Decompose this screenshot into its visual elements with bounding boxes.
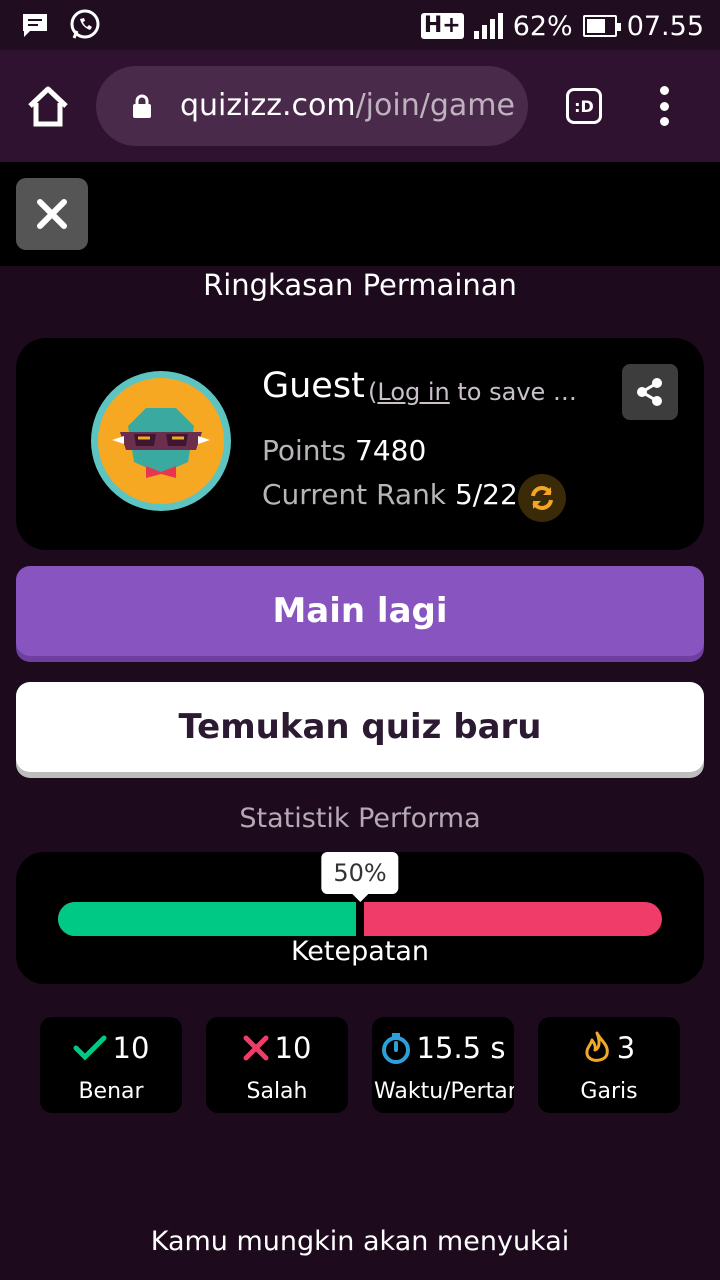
whatsapp-icon (70, 9, 100, 39)
streak-label: Garis (580, 1079, 638, 1104)
accuracy-label: Ketepatan (290, 936, 430, 967)
battery-icon (582, 15, 621, 37)
stat-tile-streak: 3 Garis (538, 1017, 680, 1113)
cross-icon (243, 1035, 269, 1061)
browser-toolbar: quizizz.com/join/game :D (0, 50, 720, 162)
stat-tile-incorrect: 10 Salah (206, 1017, 348, 1113)
player-card: Guest (Log in to save r... Points 7480 C… (16, 338, 704, 550)
incorrect-label: Salah (246, 1079, 308, 1104)
time-per-question: 15.5 s (416, 1031, 506, 1065)
home-icon (28, 86, 68, 127)
lock-icon (133, 94, 151, 118)
login-link[interactable]: Log in (377, 378, 449, 406)
share-icon (637, 378, 662, 406)
player-name: Guest (262, 366, 365, 406)
current-rank: Current Rank 5/22 (262, 478, 518, 511)
incorrect-count: 10 (274, 1031, 312, 1065)
clock: 07.55 (626, 10, 704, 42)
avatar (91, 371, 231, 511)
status-bar: H+ 62% 07.55 (0, 0, 720, 50)
stat-tile-time: 15.5 s Waktu/Pertanyaan (372, 1017, 514, 1113)
stats-title: Statistik Performa (239, 803, 481, 834)
tab-switcher-button[interactable]: :D (566, 88, 602, 124)
login-prompt: (Log in to save r... (368, 378, 578, 406)
home-button[interactable] (24, 84, 72, 128)
refresh-icon (531, 486, 553, 510)
stopwatch-icon (381, 1033, 410, 1064)
points: Points 7480 (262, 434, 427, 467)
url-text: quizizz.com/join/game (180, 88, 515, 123)
summary-title: Ringkasan Permainan (203, 268, 517, 302)
network-type: H+ (420, 13, 464, 39)
accuracy-card: 50% Ketepatan (16, 852, 704, 984)
find-new-quiz-button[interactable]: Temukan quiz baru (16, 682, 704, 772)
correct-label: Benar (78, 1079, 144, 1104)
browser-menu-button[interactable] (654, 86, 674, 126)
check-icon (73, 1035, 107, 1061)
accuracy-bar (58, 902, 662, 936)
close-icon (37, 199, 67, 229)
points-value: 7480 (355, 434, 427, 467)
play-again-button[interactable]: Main lagi (16, 566, 704, 656)
flame-icon (585, 1031, 609, 1062)
streak-count: 3 (616, 1031, 636, 1065)
game-header (0, 162, 720, 266)
recommendations-title: Kamu mungkin akan menyukai (150, 1226, 570, 1257)
rank-value: 5/22 (454, 478, 518, 511)
time-label: Waktu/Pertanyaan (374, 1079, 514, 1104)
address-bar[interactable]: quizizz.com/join/game (96, 66, 528, 146)
share-button[interactable] (622, 364, 678, 420)
close-button[interactable] (16, 178, 88, 250)
accuracy-divider (356, 902, 364, 936)
refresh-rank-button[interactable] (518, 474, 566, 522)
accuracy-correct-fill (58, 902, 360, 936)
battery-percent: 62% (512, 10, 573, 42)
message-notification-icon (23, 14, 47, 37)
stat-tile-correct: 10 Benar (40, 1017, 182, 1113)
signal-icon (473, 13, 503, 39)
correct-count: 10 (112, 1031, 150, 1065)
accuracy-percent: 50% (321, 852, 399, 902)
